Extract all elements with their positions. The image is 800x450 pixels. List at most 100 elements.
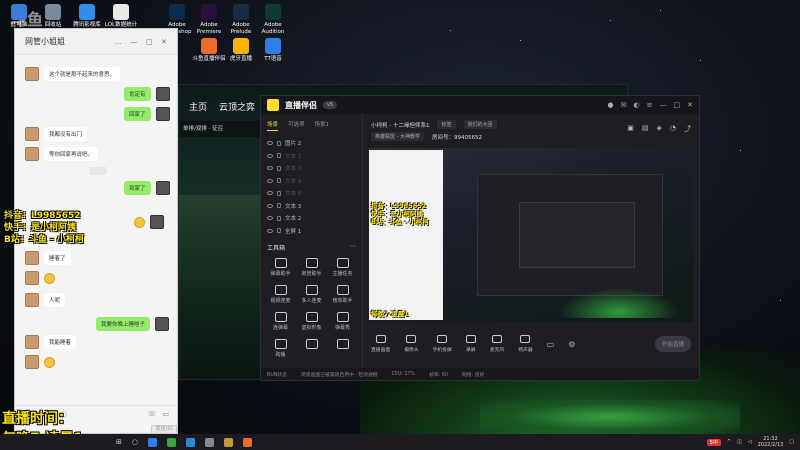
more-icon[interactable]: ⋯ [350,243,356,252]
tab-options[interactable]: 可选项 [288,120,305,131]
ctrl-record[interactable]: 录屏 [465,335,476,353]
close-icon[interactable]: ✕ [161,38,167,46]
menu-icon[interactable]: ≡ [647,101,653,109]
maximize-icon[interactable]: □ [146,38,153,46]
shop-icon[interactable]: ◈ [657,124,662,134]
source-item[interactable]: 文本 2 [261,212,362,225]
avatar[interactable] [25,335,39,349]
avatar[interactable] [155,107,170,121]
tool-danmu-show[interactable]: 弹幕秀 [327,312,358,331]
ctrl-camera[interactable]: 摄像头 [404,335,419,353]
lock-icon[interactable] [277,140,281,146]
lock-icon[interactable] [277,178,281,184]
video-call-icon[interactable]: ▭ [162,410,169,418]
tab-scene1[interactable]: 场景1 [315,120,330,131]
desktop-icon-audition[interactable]: Adobe Audition [256,4,290,36]
tool-connect[interactable]: 连弹幕 [265,312,296,331]
notification-icon[interactable]: ▢ [789,439,794,445]
lock-icon[interactable] [277,165,281,171]
network-icon[interactable]: ◫ [737,439,742,445]
more-icon[interactable]: … [115,38,122,46]
taskbar-app-icon[interactable] [204,437,214,447]
eye-icon[interactable] [267,191,273,196]
avatar[interactable] [155,87,170,101]
lol-icon[interactable] [223,437,233,447]
close-icon[interactable]: ✕ [687,101,693,109]
start-live-button[interactable]: 开始直播 [654,336,691,352]
tool-room-admin[interactable]: 房管助手 [296,258,327,277]
ime-indicator[interactable]: S中 [706,438,721,446]
game-nav-tft[interactable]: 云顶之弈 [219,100,255,113]
eye-icon[interactable] [267,203,273,208]
lock-icon[interactable] [277,203,281,209]
desktop-icon-recycle-bin[interactable]: 回收站 [36,4,70,29]
tool-extra[interactable] [327,339,358,358]
minimize-icon[interactable]: — [130,38,137,46]
desktop-icon-this-pc[interactable]: 此电脑 [2,4,36,29]
ctrl-phone[interactable]: 手机投屏 [433,335,452,353]
avatar[interactable] [150,215,164,229]
edge-icon[interactable] [185,437,195,447]
avatar[interactable] [25,67,39,81]
lock-icon[interactable] [277,153,281,159]
eye-icon[interactable] [267,228,273,233]
live-assistant-window[interactable]: 直播伴侣 v5 ● ✉ ◐ ≡ — □ ✕ 场景 可选项 场景1 图片 2 文本… [260,95,700,381]
start-icon[interactable]: ⊞ [116,438,122,446]
settings-icon[interactable]: ⚙ [568,340,575,349]
tool-extra[interactable] [296,339,327,358]
desktop-icon-douyu-live[interactable]: 斗鱼直播伴侣 [192,38,226,63]
source-item[interactable]: 文本 3 [261,200,362,213]
desktop-icon-prelude[interactable]: Adobe Prelude [224,4,258,36]
send-button[interactable]: 发送(S) [151,425,177,434]
avatar[interactable] [25,293,39,307]
gift-icon[interactable]: ▣ [627,124,634,134]
clock[interactable]: 21:32 2022/2/13 [758,436,784,448]
ctrl-mic[interactable]: 麦克风 [490,335,504,353]
source-item[interactable]: 文本 3 [261,162,362,175]
room-tag[interactable]: 标签 [437,120,456,129]
source-item[interactable]: 图片 2 [261,137,362,150]
desktop-icon-tt[interactable]: TT语音 [256,38,290,63]
desktop-icon-huya[interactable]: 虎牙直播 [224,38,258,63]
avatar[interactable] [25,271,39,285]
eye-icon[interactable] [267,141,273,146]
maximize-icon[interactable]: □ [674,101,681,109]
lock-icon[interactable] [277,228,281,234]
volume-icon[interactable]: ◁ [748,439,752,445]
lock-icon[interactable] [277,190,281,196]
avatar[interactable] [25,251,39,265]
stream-preview[interactable]: 抖音：L9985652 快手：是小柯阿姨 B站：斗鱼 - 小柯柯 每晚7-凌晨1 [369,148,693,322]
eye-icon[interactable] [267,153,273,158]
tool-avatar[interactable]: 虚拟形象 [296,312,327,331]
douyu-icon[interactable] [242,437,252,447]
chevron-up-icon[interactable]: ^ [727,439,731,445]
room-category[interactable]: 英雄联盟 - 大神教学 [371,132,424,141]
eye-icon[interactable] [267,178,273,183]
tab-scene[interactable]: 场景 [267,120,279,131]
share-icon[interactable]: ⤴ [684,124,691,134]
eye-icon[interactable] [267,216,273,221]
avatar[interactable] [155,181,170,195]
phone-icon[interactable]: ☏ [148,410,157,418]
taskbar-app-icon[interactable] [147,437,157,447]
search-icon[interactable]: ○ [132,438,138,446]
room-title[interactable]: 小柯柯 - 十二缘但师系1 [371,121,429,129]
room-topic[interactable]: 我们的大团 [463,120,497,129]
source-item[interactable]: 文本 4 [261,175,362,188]
avatar[interactable] [25,147,39,161]
desktop-icon-premiere[interactable]: Adobe Premiere [192,4,226,36]
avatar[interactable] [155,317,170,331]
desktop-icon-tencent[interactable]: 腾讯影视库 [70,4,104,29]
cam-icon[interactable]: ▭ [547,340,555,349]
lock-icon[interactable] [277,215,281,221]
tool-ranking[interactable]: 榜单助手 [327,285,358,304]
tool-video-link[interactable]: 视频连麦 [265,285,296,304]
calendar-icon[interactable]: ▤ [642,124,649,134]
tool-danmu[interactable]: 弹幕助手 [265,258,296,277]
game-nav-home[interactable]: 主页 [189,100,207,113]
ctrl-screen[interactable]: 直播画面 [371,335,390,353]
avatar[interactable] [25,355,39,369]
eye-icon[interactable] [267,166,273,171]
wechat-icon[interactable] [166,437,176,447]
mail-icon[interactable]: ✉ [621,101,627,109]
